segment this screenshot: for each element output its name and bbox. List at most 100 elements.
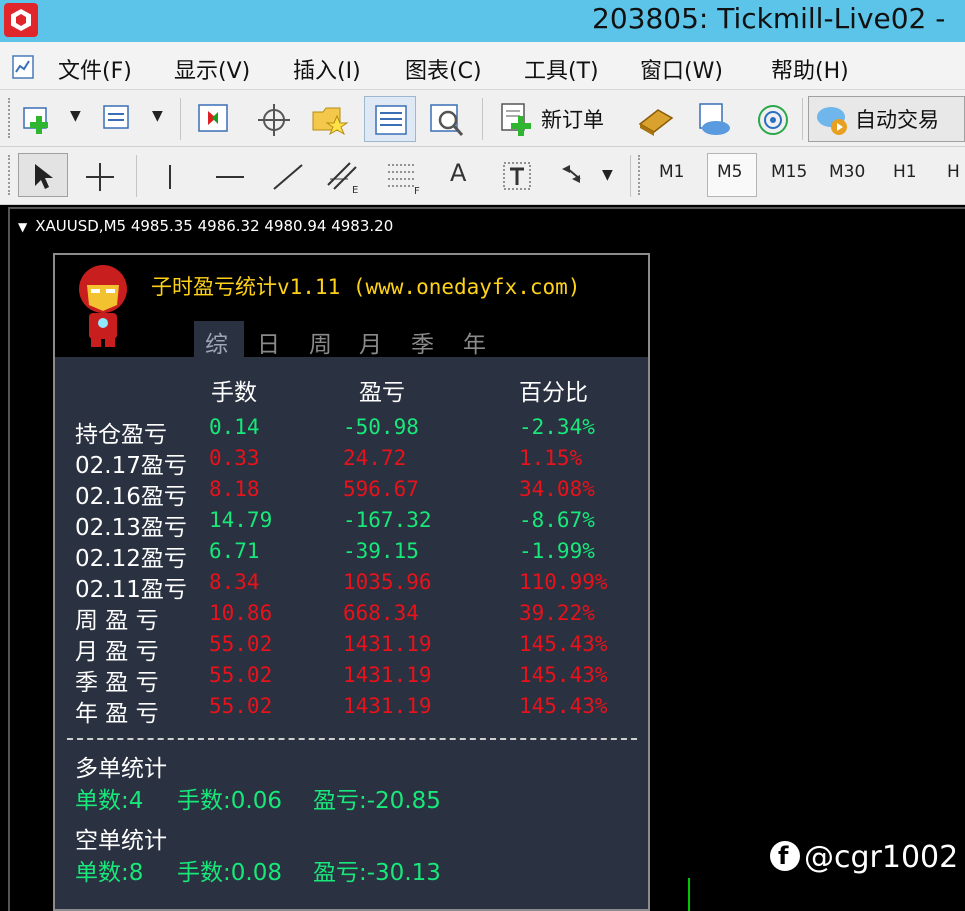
dropdown-arrow-icon[interactable]: ▼ bbox=[602, 167, 613, 183]
row-label: 季 盈 亏 bbox=[75, 670, 159, 696]
new-order-icon[interactable] bbox=[500, 102, 540, 138]
menu-file[interactable]: 文件(F) bbox=[58, 53, 132, 85]
cell-lots: 55.02 bbox=[209, 663, 273, 687]
col-header-lots: 手数 bbox=[211, 380, 257, 406]
menu-charts[interactable]: 图表(C) bbox=[405, 53, 482, 85]
tab-year[interactable]: 年 bbox=[463, 325, 486, 359]
menu-view[interactable]: 显示(V) bbox=[174, 53, 250, 85]
tab-day[interactable]: 日 bbox=[257, 325, 280, 359]
cell-pnl: 24.72 bbox=[343, 446, 407, 470]
cell-lots: 6.71 bbox=[209, 539, 260, 563]
cursor-button[interactable] bbox=[18, 153, 68, 197]
terminal-toggle-button[interactable] bbox=[364, 96, 416, 142]
collapse-triangle-icon[interactable]: ▼ bbox=[18, 220, 27, 234]
long-stats-title: 多单统计 bbox=[75, 756, 167, 782]
auto-trading-button[interactable]: 自动交易 bbox=[808, 96, 965, 142]
cell-lots: 0.14 bbox=[209, 415, 260, 439]
title-bar: 203805: Tickmill-Live02 - bbox=[0, 0, 965, 42]
menu-window[interactable]: 窗口(W) bbox=[640, 53, 723, 85]
tab-month[interactable]: 月 bbox=[359, 325, 382, 359]
dropdown-arrow-icon[interactable]: ▼ bbox=[152, 108, 163, 124]
crosshair-navigator-icon[interactable] bbox=[256, 102, 292, 138]
vertical-line-icon[interactable] bbox=[160, 161, 180, 193]
folder-star-icon[interactable] bbox=[310, 102, 350, 138]
cell-percent: 145.43% bbox=[519, 632, 608, 656]
cell-pnl: 668.34 bbox=[343, 601, 419, 625]
menu-insert[interactable]: 插入(I) bbox=[293, 53, 361, 85]
terminal-icon bbox=[375, 105, 407, 135]
toolbar-grip[interactable] bbox=[638, 155, 642, 195]
svg-text:E: E bbox=[352, 185, 358, 195]
equidistant-channel-icon[interactable]: E bbox=[324, 159, 364, 195]
cell-percent: 110.99% bbox=[519, 570, 608, 594]
cell-pnl: 1431.19 bbox=[343, 663, 432, 687]
text-tool-icon[interactable]: A bbox=[450, 159, 466, 187]
tab-quarter[interactable]: 季 bbox=[411, 325, 434, 359]
cell-lots: 10.86 bbox=[209, 601, 273, 625]
cell-percent: 34.08% bbox=[519, 477, 595, 501]
new-chart-icon[interactable] bbox=[22, 104, 60, 136]
col-header-pnl: 盈亏 bbox=[359, 380, 405, 406]
cell-percent: -8.67% bbox=[519, 508, 595, 532]
short-lots: 手数:0.08 bbox=[177, 860, 282, 886]
timeframe-h4[interactable]: H bbox=[947, 162, 960, 182]
pnl-stats-panel: 子时盈亏统计v1.11 (www.onedayfx.com) 综 日 周 月 季… bbox=[53, 253, 650, 911]
auto-trading-label: 自动交易 bbox=[855, 108, 939, 132]
cell-percent: 145.43% bbox=[519, 694, 608, 718]
row-label: 周 盈 亏 bbox=[75, 608, 159, 634]
cell-lots: 0.33 bbox=[209, 446, 260, 470]
horizontal-line-icon[interactable] bbox=[212, 161, 248, 193]
svg-text:F: F bbox=[414, 186, 420, 195]
profiles-icon[interactable] bbox=[100, 102, 140, 136]
standard-toolbar: ▼ ▼ 新订单 自动交易 bbox=[0, 90, 965, 147]
timeframe-m1[interactable]: M1 bbox=[659, 162, 684, 182]
short-pnl: 盈亏:-30.13 bbox=[313, 860, 441, 886]
timeframe-h1[interactable]: H1 bbox=[893, 162, 917, 182]
toolbar-grip[interactable] bbox=[8, 155, 12, 195]
cell-lots: 55.02 bbox=[209, 694, 273, 718]
ironman-avatar-icon bbox=[79, 265, 127, 347]
cell-pnl: -50.98 bbox=[343, 415, 419, 439]
toolbar-grip[interactable] bbox=[8, 98, 12, 138]
timeframe-m30[interactable]: M30 bbox=[829, 162, 865, 182]
tab-week[interactable]: 周 bbox=[309, 325, 332, 359]
row-label: 02.12盈亏 bbox=[75, 546, 187, 572]
cell-lots: 55.02 bbox=[209, 632, 273, 656]
gold-bar-icon[interactable] bbox=[636, 102, 676, 138]
cell-percent: 39.22% bbox=[519, 601, 595, 625]
menu-help[interactable]: 帮助(H) bbox=[771, 53, 849, 85]
cell-pnl: 1431.19 bbox=[343, 694, 432, 718]
cell-lots: 8.18 bbox=[209, 477, 260, 501]
timeframe-m5[interactable]: M5 bbox=[717, 162, 742, 182]
row-label: 02.13盈亏 bbox=[75, 515, 187, 541]
text-label-icon[interactable] bbox=[500, 159, 536, 195]
crosshair-icon[interactable] bbox=[84, 161, 116, 193]
row-label: 年 盈 亏 bbox=[75, 701, 159, 727]
panel-header: 子时盈亏统计v1.11 (www.onedayfx.com) 综 日 周 月 季… bbox=[55, 255, 648, 359]
row-label: 02.17盈亏 bbox=[75, 453, 187, 479]
dropdown-arrow-icon[interactable]: ▼ bbox=[70, 108, 81, 124]
drawing-toolbar: E F A ▼ M1 M5 M15 M30 H1 H bbox=[0, 147, 965, 205]
chart-doc-icon[interactable] bbox=[10, 54, 38, 80]
price-bar bbox=[688, 878, 690, 911]
signals-cloud-icon[interactable] bbox=[694, 100, 734, 138]
short-stats-title: 空单统计 bbox=[75, 828, 167, 854]
trendline-icon[interactable] bbox=[270, 161, 306, 193]
cell-percent: 145.43% bbox=[519, 663, 608, 687]
cell-lots: 8.34 bbox=[209, 570, 260, 594]
cell-percent: -2.34% bbox=[519, 415, 595, 439]
row-label: 持仓盈亏 bbox=[75, 422, 167, 448]
col-header-percent: 百分比 bbox=[519, 380, 588, 406]
tab-summary[interactable]: 综 bbox=[205, 325, 228, 359]
panel-title: 子时盈亏统计v1.11 (www.onedayfx.com) bbox=[151, 275, 581, 299]
market-signal-icon[interactable] bbox=[754, 102, 792, 138]
cell-pnl: 596.67 bbox=[343, 477, 419, 501]
strategy-tester-icon[interactable] bbox=[428, 102, 468, 138]
timeframe-m15[interactable]: M15 bbox=[771, 162, 807, 182]
menu-tools[interactable]: 工具(T) bbox=[524, 53, 599, 85]
cell-pnl: 1035.96 bbox=[343, 570, 432, 594]
market-watch-icon[interactable] bbox=[196, 102, 232, 136]
arrows-icon[interactable] bbox=[558, 161, 590, 193]
fibonacci-icon[interactable]: F bbox=[384, 159, 424, 195]
new-order-button[interactable]: 新订单 bbox=[541, 104, 604, 134]
